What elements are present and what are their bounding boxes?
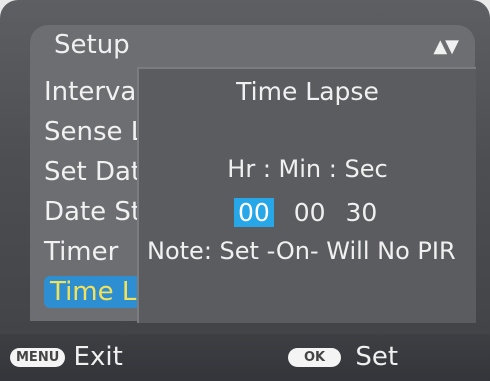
menu-item-label: Date St	[44, 197, 142, 227]
bottom-bar: MENU Exit OK Set	[0, 334, 490, 381]
hour-field[interactable]: 00	[234, 198, 274, 227]
dialog-note: Note: Set -On- Will No PIR	[147, 237, 456, 265]
time-field-labels: Hr : Min : Sec	[227, 155, 388, 183]
menu-title-bar: Setup ▲▼	[30, 25, 475, 65]
menu-item-label: Interval	[44, 77, 144, 107]
menu-item-label: Set Dat	[44, 157, 142, 187]
minute-field[interactable]: 00	[294, 198, 326, 227]
exit-control[interactable]: MENU Exit	[10, 342, 123, 372]
ok-button[interactable]: OK	[288, 348, 342, 367]
set-control[interactable]: OK Set	[288, 342, 398, 372]
menu-button[interactable]: MENU	[10, 348, 66, 367]
dialog-title: Time Lapse	[236, 77, 379, 106]
time-values: 00 00 30	[234, 198, 389, 227]
second-field[interactable]: 30	[346, 198, 378, 227]
camera-lcd-screen: Setup ▲▼ Interval Sense L Set Dat Date S…	[0, 0, 490, 381]
time-lapse-dialog: Time Lapse Hr : Min : Sec 00 00 30 Note:…	[137, 67, 476, 323]
exit-label: Exit	[73, 342, 123, 372]
scroll-arrows-icon[interactable]: ▲▼	[433, 36, 459, 57]
menu-item-label: Timer	[44, 237, 119, 267]
menu-item-label: Sense L	[44, 117, 146, 147]
set-label: Set	[355, 342, 399, 372]
menu-title: Setup	[54, 30, 130, 60]
